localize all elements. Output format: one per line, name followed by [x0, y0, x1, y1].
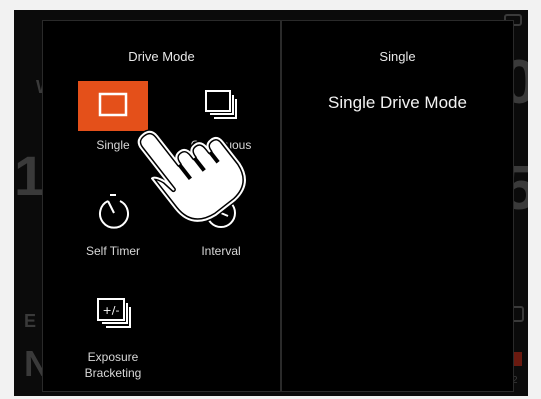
mode-label: Exposure	[87, 350, 139, 364]
background-value: 1	[14, 144, 46, 207]
background-label: E	[24, 311, 37, 331]
drive-mode-dialog: Drive Mode Single Continuous	[42, 20, 514, 392]
mode-label: Self Timer	[85, 244, 140, 258]
mode-label-line2: Bracketing	[84, 366, 142, 380]
panel-divider	[280, 21, 282, 391]
hand-pointer-icon	[126, 106, 276, 236]
mode-label: Interval	[201, 244, 241, 258]
selected-mode-description: Single Drive Mode	[328, 93, 467, 112]
exposure-bracketing-icon: +/-	[78, 293, 148, 343]
mode-exposure-bracketing[interactable]: +/- Exposure Bracketing	[73, 293, 153, 381]
selected-mode-title: Single	[379, 49, 416, 64]
bracketing-symbol: +/-	[103, 304, 120, 317]
camera-screen: W 1 E N 0 5 2 Drive Mode Single	[14, 10, 528, 396]
drive-mode-title: Drive Mode	[128, 49, 195, 64]
